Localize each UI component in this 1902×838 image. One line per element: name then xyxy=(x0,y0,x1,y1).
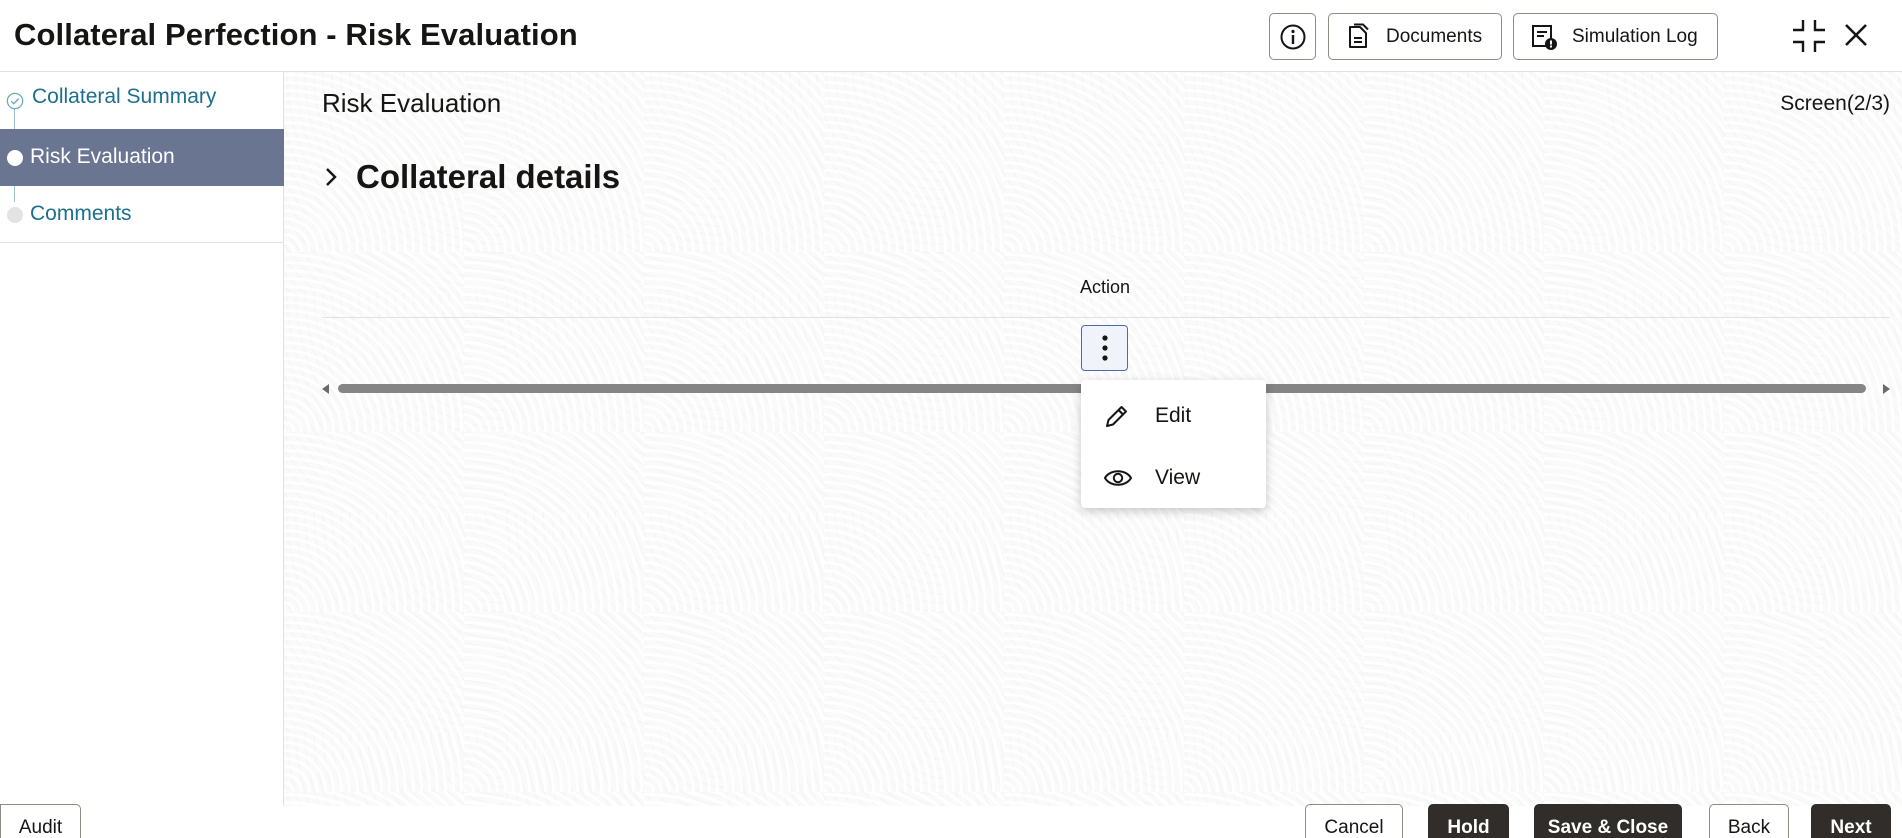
eye-icon xyxy=(1103,470,1133,486)
cancel-button[interactable]: Cancel xyxy=(1305,804,1403,838)
info-icon xyxy=(1280,24,1305,49)
documents-button[interactable]: Documents xyxy=(1328,13,1502,60)
step-comments[interactable]: Comments xyxy=(0,186,284,243)
back-button[interactable]: Back xyxy=(1709,804,1789,838)
audit-button[interactable]: Audit xyxy=(0,804,81,838)
column-header-action: Action xyxy=(1080,277,1131,297)
screen-indicator: Screen(2/3) xyxy=(1780,92,1890,115)
pencil-icon xyxy=(1106,406,1127,427)
step-label: Comments xyxy=(30,202,132,225)
menu-item-label: Edit xyxy=(1155,404,1192,427)
row-actions-button[interactable] xyxy=(1081,325,1128,371)
log-icon xyxy=(1532,24,1557,50)
scroll-right-icon[interactable] xyxy=(1883,384,1890,394)
step-risk-evaluation[interactable]: Risk Evaluation xyxy=(0,129,284,186)
table-header: Action xyxy=(322,266,1890,318)
hold-button[interactable]: Hold xyxy=(1428,804,1509,838)
scroll-left-icon[interactable] xyxy=(322,384,329,394)
app-title: Collateral Perfection - Risk Evaluation xyxy=(14,17,578,52)
active-step-dot-icon xyxy=(7,150,23,166)
row-actions-menu: Edit View xyxy=(1081,380,1266,508)
menu-item-edit[interactable]: Edit xyxy=(1081,386,1266,446)
step-label: Collateral Summary xyxy=(32,85,217,108)
next-button[interactable]: Next xyxy=(1811,804,1891,838)
menu-item-label: View xyxy=(1155,466,1201,489)
pending-step-dot-icon xyxy=(7,207,23,223)
footer-bar: Audit Cancel Hold Save & Close Back Next xyxy=(0,804,1902,838)
simulation-log-label: Simulation Log xyxy=(1572,25,1698,47)
menu-item-view[interactable]: View xyxy=(1081,448,1266,508)
document-icon xyxy=(1349,23,1369,48)
simulation-log-button[interactable]: Simulation Log xyxy=(1513,13,1718,60)
section-title: Collateral details xyxy=(356,158,621,195)
collateral-details-section-toggle[interactable]: Collateral details xyxy=(322,158,620,196)
main-content: Risk Evaluation Screen(2/3) Collateral d… xyxy=(284,72,1902,806)
page-title: Risk Evaluation xyxy=(322,88,502,118)
close-icon[interactable] xyxy=(1843,22,1869,48)
step-navigation: Collateral Summary Risk Evaluation Comme… xyxy=(0,72,284,806)
collapse-icon[interactable] xyxy=(1793,19,1825,53)
check-circle-icon xyxy=(6,92,24,110)
app-header: Collateral Perfection - Risk Evaluation … xyxy=(0,0,1902,72)
step-label: Risk Evaluation xyxy=(30,145,175,168)
step-collateral-summary[interactable]: Collateral Summary xyxy=(0,72,284,129)
chevron-right-icon xyxy=(326,168,337,186)
kebab-menu-icon xyxy=(1101,335,1108,361)
save-and-close-button[interactable]: Save & Close xyxy=(1534,804,1682,838)
info-button[interactable] xyxy=(1269,13,1316,60)
documents-label: Documents xyxy=(1386,25,1483,47)
